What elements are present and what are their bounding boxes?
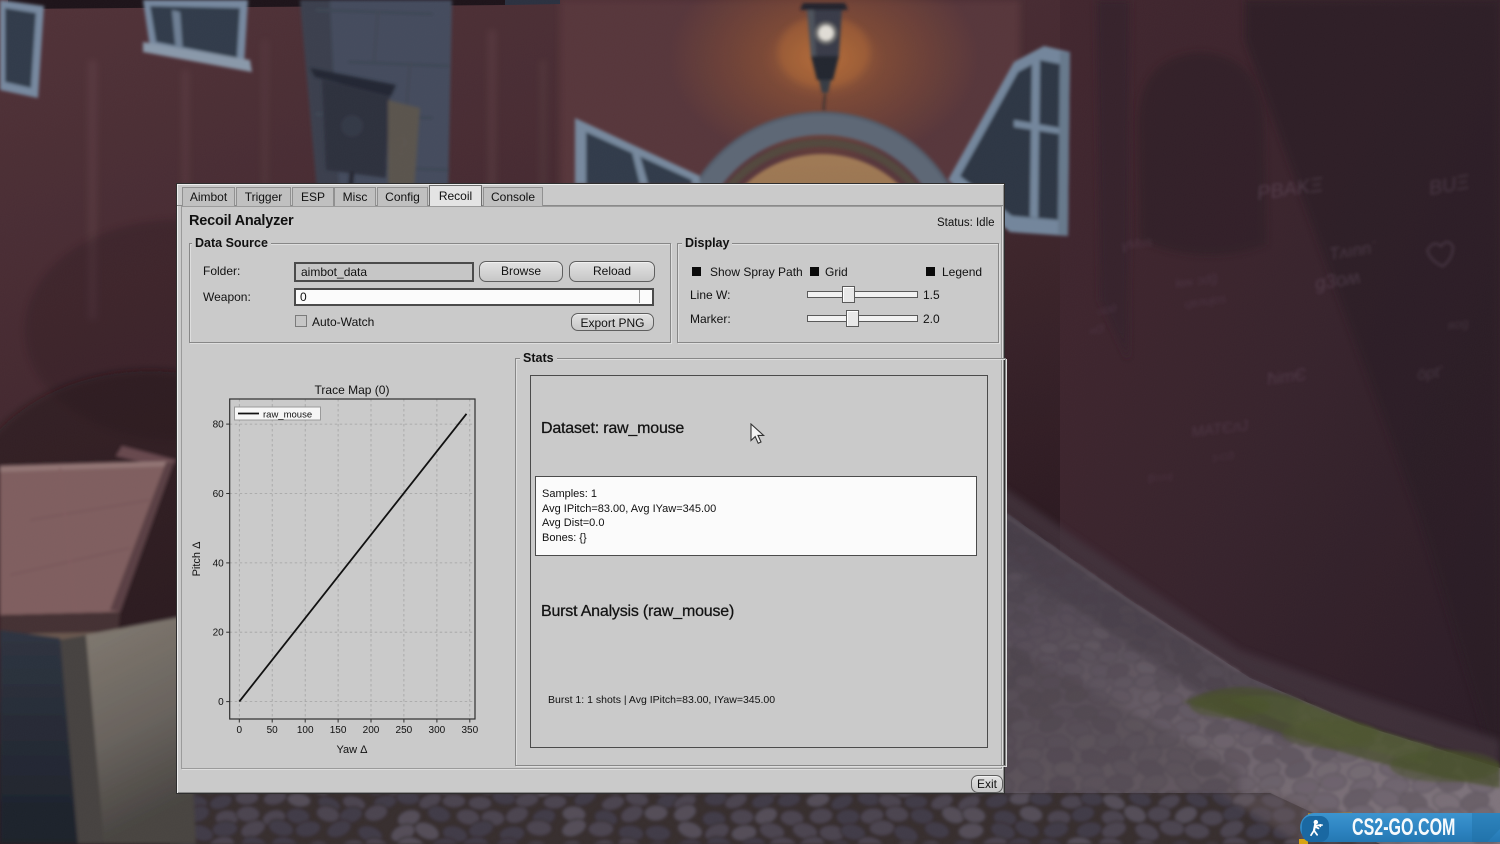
svg-text:80: 80 — [213, 420, 225, 431]
svg-text:50: 50 — [267, 725, 279, 736]
svg-text:0: 0 — [218, 697, 224, 708]
svg-text:150: 150 — [330, 725, 347, 736]
svg-text:Pitch Δ: Pitch Δ — [191, 541, 203, 577]
svg-text:raw_mouse: raw_mouse — [263, 410, 312, 421]
svg-text:300: 300 — [429, 725, 446, 736]
svg-text:20: 20 — [213, 628, 225, 639]
svg-text:60: 60 — [213, 489, 225, 500]
svg-text:Yaw Δ: Yaw Δ — [337, 744, 369, 756]
svg-text:350: 350 — [461, 725, 478, 736]
svg-text:40: 40 — [213, 558, 225, 569]
svg-text:Trace Map (0): Trace Map (0) — [315, 383, 390, 397]
svg-text:250: 250 — [396, 725, 413, 736]
svg-text:200: 200 — [363, 725, 380, 736]
svg-text:100: 100 — [297, 725, 314, 736]
svg-text:0: 0 — [237, 725, 243, 736]
